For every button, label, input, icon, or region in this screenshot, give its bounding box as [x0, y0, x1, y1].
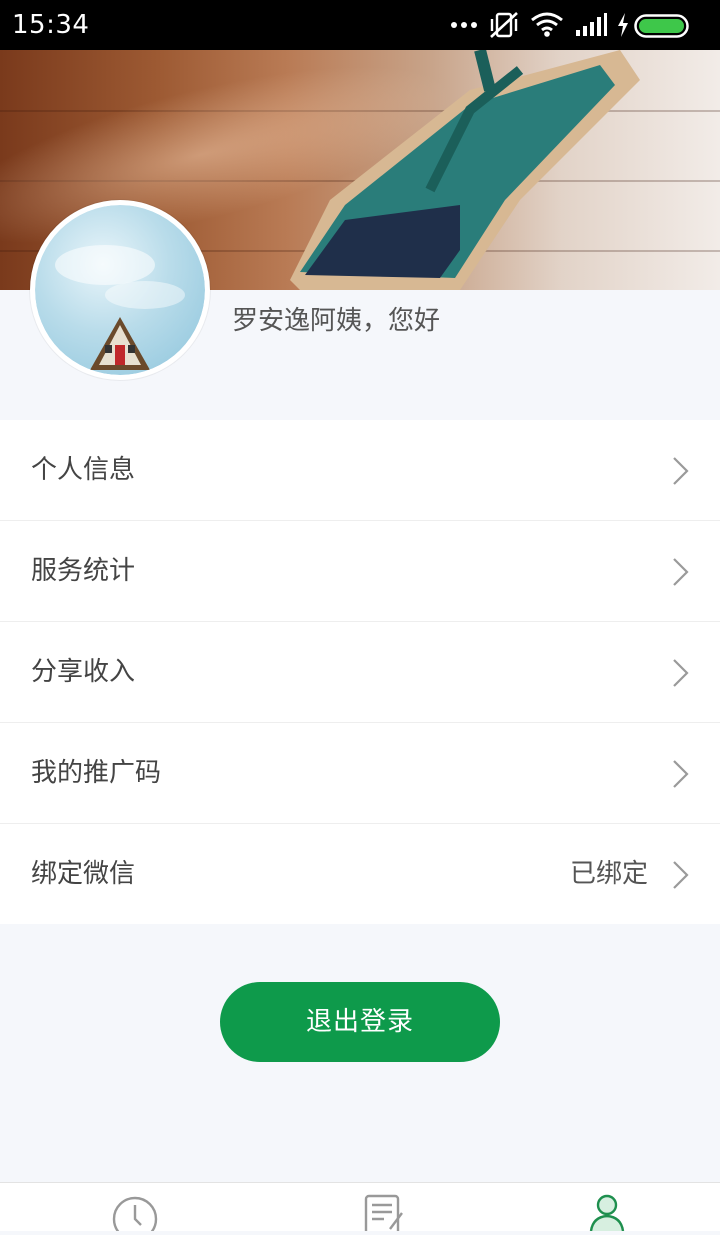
chevron-right-icon [673, 861, 689, 889]
status-icons [450, 10, 710, 40]
menu-item-label: 分享收入 [31, 657, 136, 687]
menu-item-share-income[interactable]: 分享收入 [0, 622, 720, 723]
settings-menu: 个人信息 服务统计 分享收入 我的推广码 绑定微信 已绑定 [0, 420, 720, 924]
menu-item-label: 服务统计 [31, 556, 136, 586]
menu-item-service-stats[interactable]: 服务统计 [0, 521, 720, 622]
avatar[interactable] [30, 200, 210, 380]
menu-item-bind-wechat[interactable]: 绑定微信 已绑定 [0, 824, 720, 924]
vibrate-off-icon [490, 12, 518, 38]
menu-item-label: 绑定微信 [31, 859, 136, 889]
chevron-right-icon [673, 558, 689, 586]
status-time: 15:34 [12, 10, 90, 40]
menu-item-label: 个人信息 [31, 455, 136, 485]
chevron-right-icon [673, 760, 689, 788]
status-bar: 15:34 [0, 0, 720, 50]
user-icon [589, 1194, 625, 1232]
clock-icon [112, 1196, 158, 1235]
greeting-text: 罗安逸阿姨，您好 [232, 306, 441, 336]
wifi-icon [531, 12, 563, 37]
chevron-right-icon [673, 457, 689, 485]
menu-item-personal-info[interactable]: 个人信息 [0, 420, 720, 521]
house-icon [55, 245, 185, 370]
signal-icon [576, 13, 607, 36]
logout-button[interactable]: 退出登录 [220, 982, 500, 1062]
more-dots-icon [451, 22, 477, 28]
wechat-bind-status: 已绑定 [569, 859, 648, 889]
document-edit-icon [364, 1194, 403, 1235]
battery-icon [634, 14, 689, 38]
bottom-tab-bar [0, 1182, 720, 1235]
tab-orders[interactable] [360, 1191, 408, 1235]
menu-item-promo-code[interactable]: 我的推广码 [0, 723, 720, 824]
menu-item-label: 我的推广码 [31, 758, 162, 788]
chevron-right-icon [673, 659, 689, 687]
tab-profile[interactable] [583, 1191, 631, 1232]
charging-icon [618, 13, 628, 37]
tab-history[interactable] [111, 1191, 159, 1235]
